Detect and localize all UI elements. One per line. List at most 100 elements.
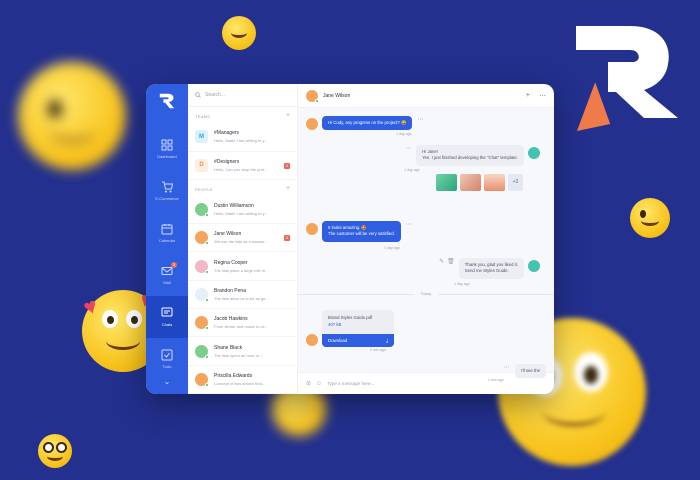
search-input[interactable]: Search... [205, 92, 225, 98]
message-outgoing: ⋯ Hi Jane! Yes. I just finished developin… [400, 145, 546, 166]
add-person-icon[interactable]: + [286, 186, 290, 192]
emoji-icon[interactable]: ☺ [316, 381, 322, 387]
contact-name: Priscilla Edwards [214, 372, 253, 379]
avatar [528, 147, 540, 159]
list-item[interactable]: Regina Cooper The lists place a large rol… [188, 252, 297, 281]
file-message: Brand Styles Guide.pdf 407 kB Download ⤓ [306, 310, 394, 347]
chat-icon [161, 307, 173, 317]
list-item[interactable]: Jacob Hawkins From dinner and music to ce… [188, 309, 297, 338]
people-title: PEOPLE [195, 186, 213, 192]
image-thumbnail[interactable] [436, 174, 457, 191]
calendar-icon [161, 224, 173, 235]
list-item[interactable]: D #Designers Hello, Can you drop the prot… [188, 152, 297, 180]
sidebar-item-todo[interactable]: Todo [146, 338, 188, 380]
message-text: Thank you, glad you liked it. Send me Sty… [458, 258, 524, 279]
more-images-button[interactable]: +3 [508, 174, 523, 191]
avatar [306, 89, 319, 103]
sidebar-item-dashboard[interactable]: Dashboard [146, 128, 188, 170]
attachment-icon[interactable]: ⊘ [306, 380, 311, 387]
sidebar-item-mail[interactable]: 3 Mail [146, 254, 188, 296]
image-thumbnail[interactable] [460, 174, 481, 191]
team-avatar: D [195, 158, 208, 172]
download-icon: ⤓ [386, 337, 388, 343]
message-outgoing: ✎ 🗑 Thank you, glad you liked it. Send me… [436, 258, 546, 279]
unread-badge: 2 [284, 162, 290, 169]
sidebar-item-label: Todo [162, 364, 172, 369]
message-time: 2 min ago [370, 348, 386, 352]
delete-icon[interactable]: 🗑 [447, 258, 455, 265]
message-preview: We use the lists as a means... [214, 239, 268, 245]
sidebar-item-label: Dashboard [157, 154, 177, 159]
message-preview: The lists allow us to be as ge... [214, 295, 269, 301]
image-thumbnail[interactable] [484, 174, 505, 191]
contact-name: Shane Black [214, 344, 243, 351]
sidebar-item-label: E-Commerce [155, 196, 179, 201]
message-thread: Hi Cody, any progress on the project? 😃 … [298, 108, 554, 382]
list-item[interactable]: Jane Wilson We use the lists as a means..… [188, 224, 297, 253]
add-icon[interactable]: + [526, 92, 530, 99]
nerd-emoji [38, 434, 72, 468]
message-preview: Hello, Can you drop the prot... [214, 166, 268, 172]
contact-name: Brandon Pena [214, 287, 246, 294]
message-time: 2 min ago [488, 378, 504, 382]
list-item[interactable]: Brandon Pena The lists allow us to be as … [188, 281, 297, 310]
message-text: I'll see the [514, 364, 546, 379]
more-options-icon[interactable]: ⋯ [539, 92, 546, 100]
chevron-down-icon[interactable]: ⌄ [164, 377, 171, 386]
message-time: 1 day ago [396, 132, 412, 136]
message-preview: The lists spent an hour or ... [214, 352, 264, 358]
team-avatar: M [195, 130, 208, 144]
avatar [195, 372, 209, 387]
message-text: Hi Cody, any progress on the project? 😃 [322, 116, 413, 131]
date-divider: Today [298, 291, 554, 296]
list-item[interactable]: M #Managers Hello, Mark! I am writing to … [188, 123, 297, 152]
avatar [195, 202, 209, 217]
avatar [306, 223, 318, 235]
avatar [195, 344, 209, 359]
chat-contact-name: Jane Wilson [323, 92, 351, 99]
sidebar-item-chats[interactable]: Chats [146, 296, 188, 338]
download-button[interactable]: Download ⤓ [322, 333, 394, 347]
message-options-icon[interactable]: ⋯ [504, 364, 510, 371]
avatar [195, 231, 209, 246]
grid-icon [161, 139, 173, 151]
list-item[interactable]: Dustin Williamson Hello, Mark! I am writi… [188, 196, 297, 225]
list-item[interactable]: Priscilla Edwards Concept of lists shown … [188, 366, 297, 394]
cart-icon [162, 181, 173, 193]
message-options-icon[interactable]: ⋯ [405, 145, 411, 152]
sidebar-item-label: Calendar [158, 238, 176, 243]
chat-header: Jane Wilson + ⋯ [298, 84, 554, 108]
add-team-icon[interactable]: + [286, 113, 290, 119]
sidebar-item-label: Mail [163, 280, 171, 285]
winking-emoji [630, 198, 670, 238]
contact-name: Dustin Williamson [214, 202, 254, 209]
chat-pane: Jane Wilson + ⋯ Hi Cody, any progress on… [298, 84, 554, 394]
sidebar-item-label: Chats [161, 322, 173, 327]
message-text: It looks amazing. 🤩 The customer will be … [322, 221, 401, 242]
message-preview: Hello, Mark! I am writing to y... [214, 138, 268, 144]
sidebar-item-calendar[interactable]: Calendar [146, 212, 188, 254]
search-bar[interactable]: Search... [188, 84, 297, 108]
contact-name: Jacob Hawkins [214, 316, 248, 323]
team-name: #Managers [214, 130, 240, 137]
avatar [195, 316, 209, 331]
list-item[interactable]: Shane Black The lists spent an hour or ..… [188, 337, 297, 366]
message-time: 1 day ago [454, 282, 470, 286]
message-options-icon[interactable]: ⋯ [406, 221, 412, 228]
team-name: #Designers [214, 158, 240, 165]
contact-name: Jane Wilson [214, 231, 242, 238]
message-options-icon[interactable]: ⋯ [417, 116, 423, 123]
message-text: Hi Jane! Yes. I just finished developing … [416, 145, 524, 166]
message-incoming: It looks amazing. 🤩 The customer will be … [306, 221, 417, 242]
message-outgoing: ⋯ I'll see the [499, 364, 546, 379]
winking-emoji-blurred [18, 62, 126, 170]
avatar [195, 259, 209, 274]
contact-name: Regina Cooper [214, 259, 248, 266]
app-logo[interactable] [158, 92, 176, 110]
conversation-list: Search... TEAMS + M #Managers Hello, Mark… [188, 84, 298, 394]
people-header: PEOPLE + [188, 180, 297, 196]
message-input[interactable]: Type a message here... [327, 381, 374, 386]
message-time: 1 day ago [404, 168, 420, 172]
edit-icon[interactable]: ✎ [439, 258, 444, 265]
sidebar-item-ecommerce[interactable]: E-Commerce [146, 170, 188, 212]
